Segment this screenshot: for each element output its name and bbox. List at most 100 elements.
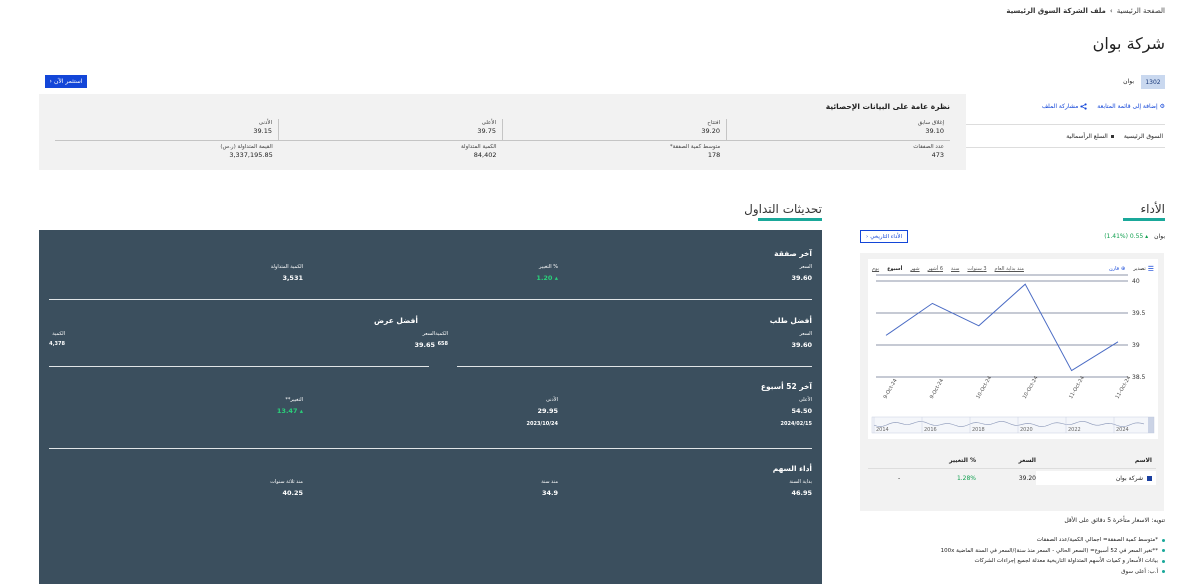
week52-section: آخر 52 أسبوع الأعلى 54.50 2024/02/15 الأ… — [49, 382, 812, 442]
row-extra: - — [898, 474, 901, 482]
symbol-code-badge: 1302 — [1141, 75, 1165, 89]
last-trade-price: السعر 39.60 — [791, 264, 812, 282]
footnote-text: *متوسط كمية الصفقة= اجمالي الكمية/عدد ال… — [1036, 537, 1158, 544]
breadcrumb: الصفحة الرئيسية › ملف الشركة السوق الرئي… — [1006, 7, 1165, 15]
value: 39.65 — [414, 341, 435, 349]
x-tick-label: 11-Oct-24 — [1068, 375, 1086, 400]
label: % التغيير — [539, 264, 558, 270]
x-tick-label: 10-Oct-24 — [1022, 375, 1040, 400]
week52-low: الأدنى 29.95 2023/10/24 — [527, 397, 558, 427]
stat-value: 3,337,195.85 — [229, 151, 273, 159]
navigator-year-label: 2014 — [876, 427, 889, 433]
value: 39.60 — [791, 341, 812, 349]
stat-value: 39.75 — [477, 127, 496, 135]
value: 40.25 — [282, 489, 303, 497]
last-trade-section: آخر صفقة السعر 39.60 % التغيير ▴ 1.20 ال… — [49, 249, 812, 309]
share-profile-link[interactable]: مشاركة الملف — [1042, 103, 1087, 110]
performance-change-value: 0.55 (1.41%) — [1104, 233, 1144, 240]
stat-value: 39.20 — [701, 127, 720, 135]
y-tick-label: 39 — [1132, 342, 1140, 349]
label: الأدنى — [545, 397, 558, 403]
stat-label: افتتاح — [707, 120, 720, 126]
stat-label: إغلاق سابق — [917, 120, 944, 126]
value: ▴ 13.47 — [277, 407, 303, 415]
trading-updates-heading: تحديثات التداول — [744, 202, 822, 216]
footnote-text: أ.ب: أعلى سوق — [1121, 568, 1158, 575]
performance-summary: بوان ▴ 0.55 (1.41%) — [1104, 233, 1165, 240]
label: الأعلى — [798, 397, 812, 403]
list-item: **تغير السعر في 52 أسبوع= (السعر الحالي … — [941, 546, 1165, 557]
value: 54.50 — [791, 407, 812, 415]
divider — [457, 366, 812, 367]
share-profile-label: مشاركة الملف — [1041, 103, 1079, 110]
list-item: بيانات الأسعار و كميات الأسهم المتداولة … — [941, 556, 1165, 567]
performance-heading: الأداء — [1140, 202, 1166, 216]
stock-performance-section: أداء السهم بداية السنة 46.95 منذ سنة 34.… — [49, 464, 812, 504]
stat-label: الأدنى — [258, 120, 272, 126]
invest-now-button[interactable]: استثمر الآن ‹ — [45, 75, 87, 88]
label: الكمية — [435, 331, 448, 337]
triangle-up-icon: ▴ — [1145, 233, 1149, 240]
market-name: السوق الرئيسية — [1123, 132, 1163, 140]
stat-volume: الكمية المتداولة 84,402 — [279, 143, 503, 165]
stat-trades-count: عدد الصفقات 473 — [726, 143, 950, 165]
row-price: 39.20 — [1018, 474, 1036, 482]
label: منذ سنة — [541, 479, 558, 485]
header-change: % التغيير — [949, 457, 976, 464]
statistics-row-1: إغلاق سابق 39.10 افتتاح 39.20 الأعلى 39.75 … — [55, 119, 950, 141]
date: 2023/10/24 — [526, 421, 558, 427]
price-series-line — [885, 283, 1119, 372]
value: 34.9 — [541, 489, 558, 497]
bullet-dot-icon — [1162, 538, 1165, 542]
performance-chart-panel: ☰ تصدير ⊕ قارن منذ بداية العام 3 سنوات س… — [860, 253, 1164, 511]
value: 658 — [437, 341, 448, 347]
triangle-up-icon: ▴ — [297, 407, 303, 415]
performance-company-name: بوان — [1154, 233, 1165, 240]
historical-performance-button[interactable]: الأداء التاريخي ‹ — [860, 230, 908, 243]
value-text: 13.47 — [276, 407, 298, 415]
delay-disclaimer: تنويه: الاسعار متأخرة 5 دقائق على الأقل — [1064, 517, 1165, 524]
breadcrumb-current: ملف الشركة السوق الرئيسية — [1006, 7, 1106, 15]
breadcrumb-separator: › — [1109, 7, 1113, 15]
stat-low: الأدنى 39.15 — [55, 119, 279, 140]
x-tick-label: 10-Oct-24 — [975, 375, 993, 400]
value: 46.95 — [791, 489, 812, 497]
best-offer-qty: الكمية 4,378 — [49, 331, 65, 347]
performance-table-header: الاسم السعر % التغيير — [868, 453, 1156, 469]
stat-high: الأعلى 39.75 — [279, 119, 503, 140]
chevron-left-icon: ‹ — [865, 233, 869, 240]
company-links: ⚙ إضافة إلى قائمة المتابعة مشاركة الملف — [1042, 103, 1165, 110]
label: الكمية — [52, 331, 65, 337]
historical-performance-label: الأداء التاريخي — [870, 233, 903, 240]
label: السعر — [799, 264, 812, 270]
best-bid-title: أفضل طلب — [769, 316, 812, 325]
row-change: 1.28% — [956, 474, 976, 482]
add-to-watchlist-link[interactable]: ⚙ إضافة إلى قائمة المتابعة — [1097, 103, 1165, 110]
x-tick-label: 11-Oct-24 — [1115, 375, 1133, 400]
stock-perf-ytd: بداية السنة 46.95 — [789, 479, 812, 497]
footnote-text: بيانات الأسعار و كميات الأسهم المتداولة … — [974, 558, 1158, 565]
stock-performance-title: أداء السهم — [772, 464, 812, 473]
breadcrumb-home[interactable]: الصفحة الرئيسية — [1117, 7, 1165, 15]
label: السعر — [799, 331, 812, 337]
last-trade-volume: الكمية المتداولة 3,531 — [271, 264, 303, 282]
square-bullet-icon — [1110, 134, 1114, 138]
value: ▴ 1.20 — [536, 274, 558, 282]
triangle-up-icon: ▴ — [552, 274, 558, 282]
week52-title: آخر 52 أسبوع — [760, 382, 812, 391]
label: السعر — [422, 331, 435, 337]
best-offer-price: السعر 39.65 — [414, 331, 435, 349]
footnote-text: **تغير السعر في 52 أسبوع= (السعر الحالي … — [940, 547, 1158, 554]
share-icon — [1080, 103, 1087, 110]
bullet-dot-icon — [1162, 559, 1165, 563]
divider — [49, 299, 812, 300]
label: بداية السنة — [789, 479, 812, 485]
best-bid-price: السعر 39.60 — [791, 331, 812, 349]
y-tick-label: 38.5 — [1132, 374, 1146, 381]
value: 29.95 — [537, 407, 558, 415]
performance-heading-underline — [1123, 218, 1165, 221]
stat-value: 84,402 — [473, 151, 497, 159]
page-title: شركة بوان — [1092, 34, 1165, 53]
trading-updates-panel: آخر صفقة السعر 39.60 % التغيير ▴ 1.20 ال… — [39, 230, 822, 584]
last-trade-change: % التغيير ▴ 1.20 — [536, 264, 558, 282]
